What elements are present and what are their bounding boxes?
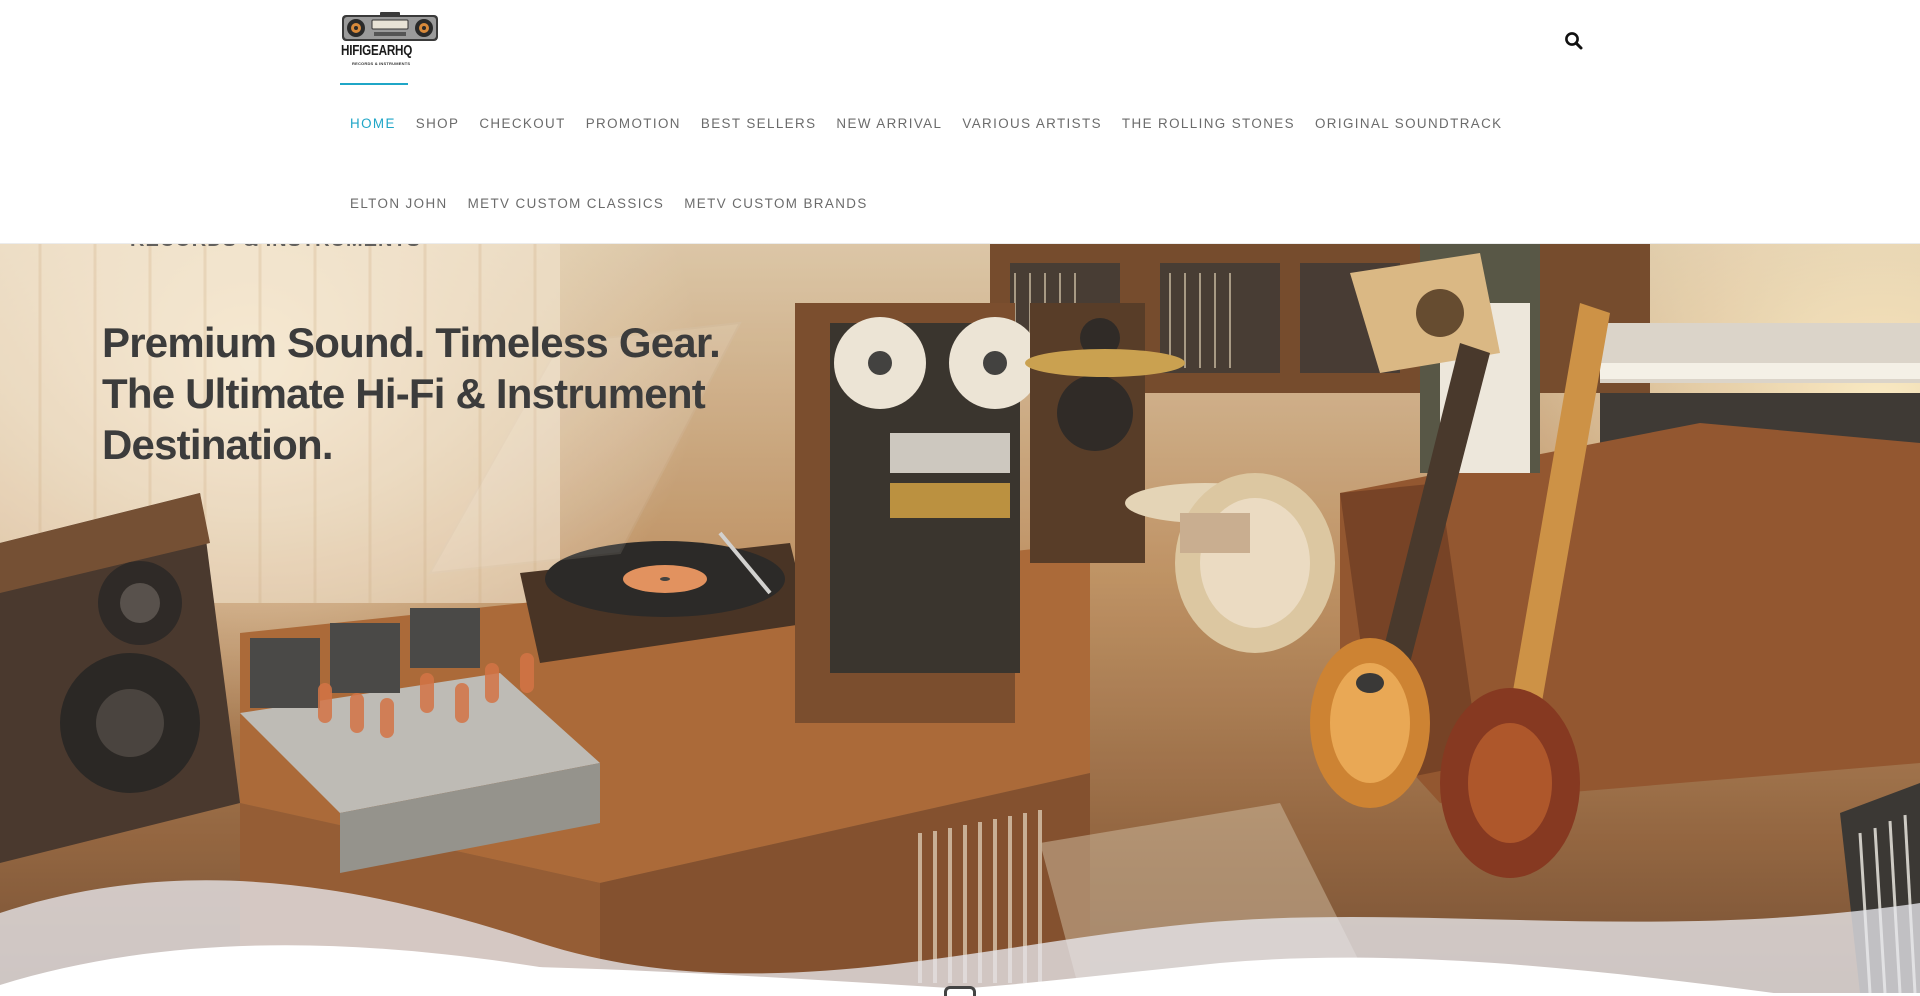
nav-item-home[interactable]: HOME	[340, 83, 408, 164]
nav-item-metv-custom-classics[interactable]: METV CUSTOM CLASSICS	[458, 164, 675, 244]
nav-row-1: HOME SHOP CHECKOUT PROMOTION BEST SELLER…	[340, 83, 1590, 164]
nav-item-elton-john[interactable]: ELTON JOHN	[340, 164, 458, 244]
nav-item-metv-custom-brands[interactable]: METV CUSTOM BRANDS	[674, 164, 877, 244]
hero-headline: Premium Sound. Timeless Gear. The Ultima…	[102, 317, 782, 470]
brand-tagline: RECORDS & INSTRUMENTS	[352, 61, 411, 66]
boombox-logo-icon	[342, 12, 438, 41]
scroll-down-icon[interactable]	[944, 986, 976, 996]
nav-item-the-rolling-stones[interactable]: THE ROLLING STONES	[1112, 84, 1305, 164]
hero-headline-line-1: Premium Sound. Timeless Gear.	[102, 319, 721, 366]
hero-headline-line-2: The Ultimate Hi-Fi & Instrument	[102, 370, 706, 417]
search-icon[interactable]	[1564, 31, 1584, 51]
nav-item-shop[interactable]: SHOP	[406, 84, 470, 164]
brand-name: HIFIGEARHQ	[341, 42, 413, 59]
hero-headline-line-3: Destination.	[102, 421, 334, 468]
hero-banner: RECORDS & INSTRUMENTS Premium Sound. Tim…	[0, 243, 1920, 993]
main-nav: HOME SHOP CHECKOUT PROMOTION BEST SELLER…	[340, 83, 1590, 244]
site-logo[interactable]: HIFIGEARHQ RECORDS & INSTRUMENTS	[340, 12, 440, 68]
hero-faded-tagline: RECORDS & INSTRUMENTS	[130, 243, 421, 252]
nav-row-2: ELTON JOHN METV CUSTOM CLASSICS METV CUS…	[340, 164, 1590, 244]
nav-item-promotion[interactable]: PROMOTION	[576, 84, 691, 164]
nav-item-new-arrival[interactable]: NEW ARRIVAL	[826, 84, 952, 164]
nav-item-best-sellers[interactable]: BEST SELLERS	[691, 84, 827, 164]
nav-item-original-soundtrack[interactable]: ORIGINAL SOUNDTRACK	[1305, 84, 1513, 164]
site-header: HIFIGEARHQ RECORDS & INSTRUMENTS HOME SH…	[0, 0, 1920, 244]
nav-item-checkout[interactable]: CHECKOUT	[469, 84, 575, 164]
nav-item-various-artists[interactable]: VARIOUS ARTISTS	[952, 84, 1112, 164]
